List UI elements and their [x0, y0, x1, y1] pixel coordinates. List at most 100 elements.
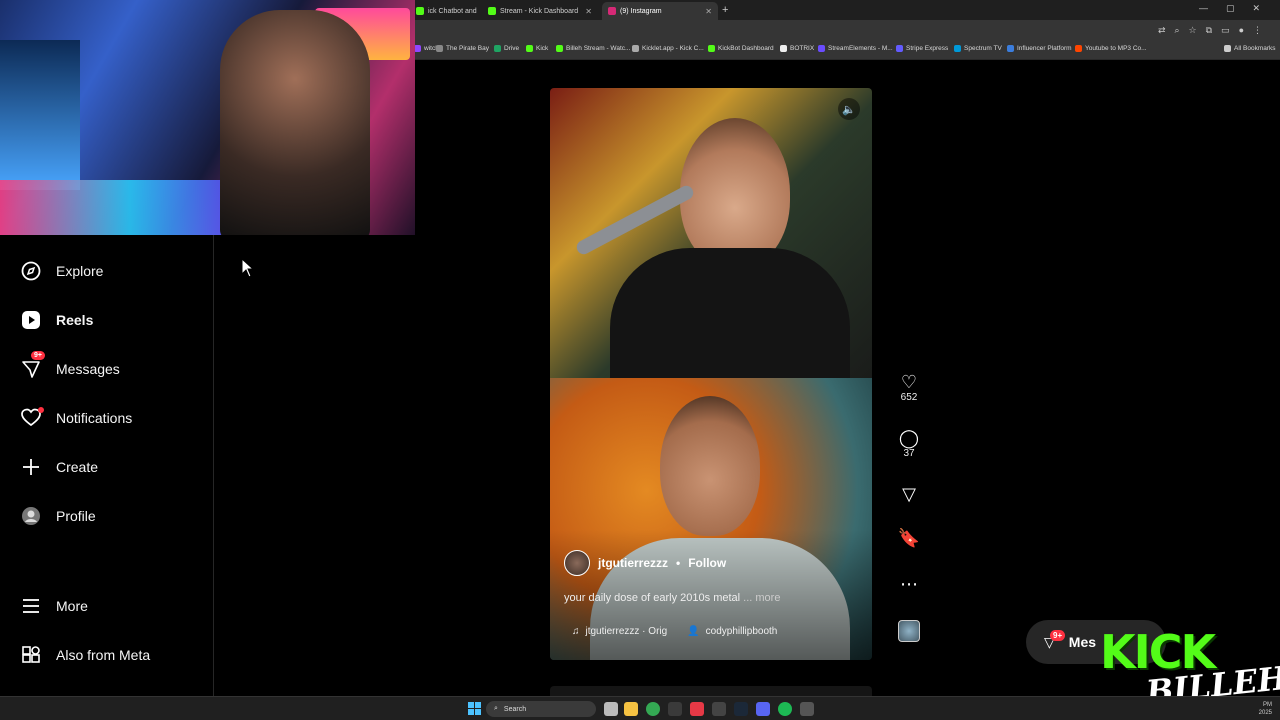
follow-button[interactable]: Follow [688, 556, 726, 570]
heart-icon [20, 407, 44, 429]
bookmark-label: KickBot Dashboard [718, 45, 774, 52]
mouse-cursor-icon [241, 258, 255, 278]
messenger-icon: 9+ [20, 351, 45, 380]
reels-icon [20, 309, 42, 331]
app-icon[interactable] [800, 702, 814, 716]
bookmark-item[interactable]: BOTRIX [780, 45, 814, 52]
kick-favicon-icon [416, 7, 424, 15]
comment-button[interactable]: ◯ 37 [894, 428, 924, 459]
next-reel-preview[interactable] [550, 686, 872, 696]
singer-shirt [610, 248, 850, 388]
mute-button[interactable]: 🔈 [838, 98, 860, 120]
bookmark-label: Influencer Platform [1017, 45, 1072, 52]
author-avatar[interactable] [564, 550, 590, 576]
close-window-button[interactable]: ✕ [1252, 3, 1260, 14]
app-icon[interactable] [668, 702, 682, 716]
plus-icon [20, 456, 42, 478]
ellipsis-icon: ⋯ [900, 574, 918, 594]
close-icon[interactable]: ✕ [705, 7, 712, 16]
windows-start-icon[interactable] [468, 702, 481, 715]
sidebar-item-create[interactable]: Create [20, 456, 98, 478]
sidebar-item-notifications[interactable]: Notifications [20, 407, 132, 429]
bookmark-icon: 🔖 [897, 528, 921, 548]
sidebar-item-messages[interactable]: 9+ Messages [20, 351, 120, 380]
reel-video[interactable]: 🔈 jtgutierrezzz • Follow your daily dose… [550, 88, 872, 660]
tab-label: (9) Instagram [620, 7, 662, 15]
speaker-icon: 🔈 [842, 103, 856, 116]
tab-label: Stream - Kick Dashboard [500, 7, 579, 15]
bookmark-item[interactable]: Spectrum TV [954, 45, 1002, 52]
tab-label: ick Chatbot and [428, 7, 477, 15]
translate-icon[interactable]: ⇄ [1158, 25, 1166, 36]
save-button[interactable]: 🔖 [894, 528, 924, 548]
extensions-icon[interactable]: ⧉ [1206, 25, 1212, 36]
taskbar-clock: PM 2025 [1259, 701, 1272, 717]
caption-text: your daily dose of early 2010s metal [564, 592, 741, 604]
tagged-user-link[interactable]: 👤 codyphillipbooth [687, 626, 777, 637]
sidebar-item-reels[interactable]: Reels [20, 309, 93, 331]
hamburger-icon [20, 595, 42, 617]
bookmark-item[interactable]: Influencer Platform [1007, 45, 1072, 52]
tab-kick-chatbot[interactable]: ick Chatbot and ✕ [410, 2, 478, 20]
app-icon[interactable] [690, 702, 704, 716]
more-options-button[interactable]: ⋯ [894, 574, 924, 594]
close-icon[interactable]: ✕ [585, 7, 592, 16]
minimize-button[interactable]: — [1199, 3, 1208, 14]
spotify-icon[interactable] [778, 702, 792, 716]
zoom-icon[interactable]: ⌕ [1174, 25, 1179, 36]
bookmark-label: Youtube to MP3 Co... [1085, 45, 1147, 52]
sidebar-item-label: Create [56, 459, 99, 475]
bookmark-item[interactable]: Drive [494, 45, 519, 52]
app-icon[interactable] [712, 702, 726, 716]
profile-icon[interactable]: ● [1239, 25, 1244, 36]
task-view-icon[interactable] [604, 702, 618, 716]
monitor [0, 40, 80, 190]
webcam-overlay [0, 0, 415, 235]
bookmark-item[interactable]: Billeh Stream - Watc... [556, 45, 630, 52]
new-tab-button[interactable]: + [722, 4, 728, 16]
audio-thumbnail[interactable] [898, 620, 920, 642]
tab-instagram[interactable]: (9) Instagram ✕ [602, 2, 718, 20]
sidebar-item-also-from-meta[interactable]: Also from Meta [20, 644, 150, 666]
tab-kick-dashboard[interactable]: Stream - Kick Dashboard ✕ [482, 2, 598, 20]
bookmark-item[interactable]: The Pirate Bay [436, 45, 489, 52]
sidebar-item-more[interactable]: More [20, 595, 88, 617]
star-icon[interactable]: ☆ [1189, 25, 1197, 36]
bookmark-item[interactable]: Stripe Express [896, 45, 948, 52]
sidebar-item-label: Profile [56, 508, 96, 524]
bookmark-item[interactable]: KickBot Dashboard [708, 45, 774, 52]
audio-link[interactable]: ♫ jtgutierrezzz · Orig [572, 626, 667, 637]
share-button[interactable]: ▽ [894, 484, 924, 504]
caption-more-link[interactable]: ... more [743, 592, 780, 604]
author-username[interactable]: jtgutierrezzz [598, 556, 668, 570]
discord-icon[interactable] [756, 702, 770, 716]
maximize-button[interactable]: ▢ [1226, 3, 1235, 14]
sidebar-item-explore[interactable]: Explore [20, 260, 103, 282]
sidebar-item-profile[interactable]: Profile [20, 505, 96, 527]
menu-icon[interactable]: ⋮ [1253, 25, 1262, 36]
kick-favicon-icon [488, 7, 496, 15]
reel-audio-row: ♫ jtgutierrezzz · Orig 👤 codyphillipbooth [572, 626, 777, 637]
chrome-icon[interactable] [646, 702, 660, 716]
person-icon: 👤 [687, 626, 700, 637]
bookmark-item[interactable]: Kick [526, 45, 548, 52]
bookmark-item[interactable]: StreamElements - M... [818, 45, 893, 52]
singer-head [680, 118, 790, 268]
like-button[interactable]: ♡ 652 [894, 372, 924, 403]
bookmark-item[interactable]: Kicklet.app - Kick C... [632, 45, 704, 52]
taskbar-search[interactable]: ⌕ Search [486, 701, 596, 717]
notification-dot [38, 407, 44, 413]
sidepanel-icon[interactable]: ▭ [1221, 25, 1230, 36]
compass-icon [20, 260, 42, 282]
steam-icon[interactable] [734, 702, 748, 716]
sidebar-item-label: Notifications [56, 410, 133, 426]
music-note-icon: ♫ [572, 626, 580, 637]
bookmark-item[interactable]: Youtube to MP3 Co... [1075, 45, 1147, 52]
reel-top-frame [550, 88, 872, 388]
file-explorer-icon[interactable] [624, 702, 638, 716]
sidebar-item-label: Reels [56, 312, 94, 328]
messages-pill-label: Mes [1068, 634, 1097, 650]
bookmark-label: Spectrum TV [964, 45, 1002, 52]
bookmark-label: Billeh Stream - Watc... [566, 45, 631, 52]
bookmark-item[interactable]: All Bookmarks [1224, 45, 1276, 52]
